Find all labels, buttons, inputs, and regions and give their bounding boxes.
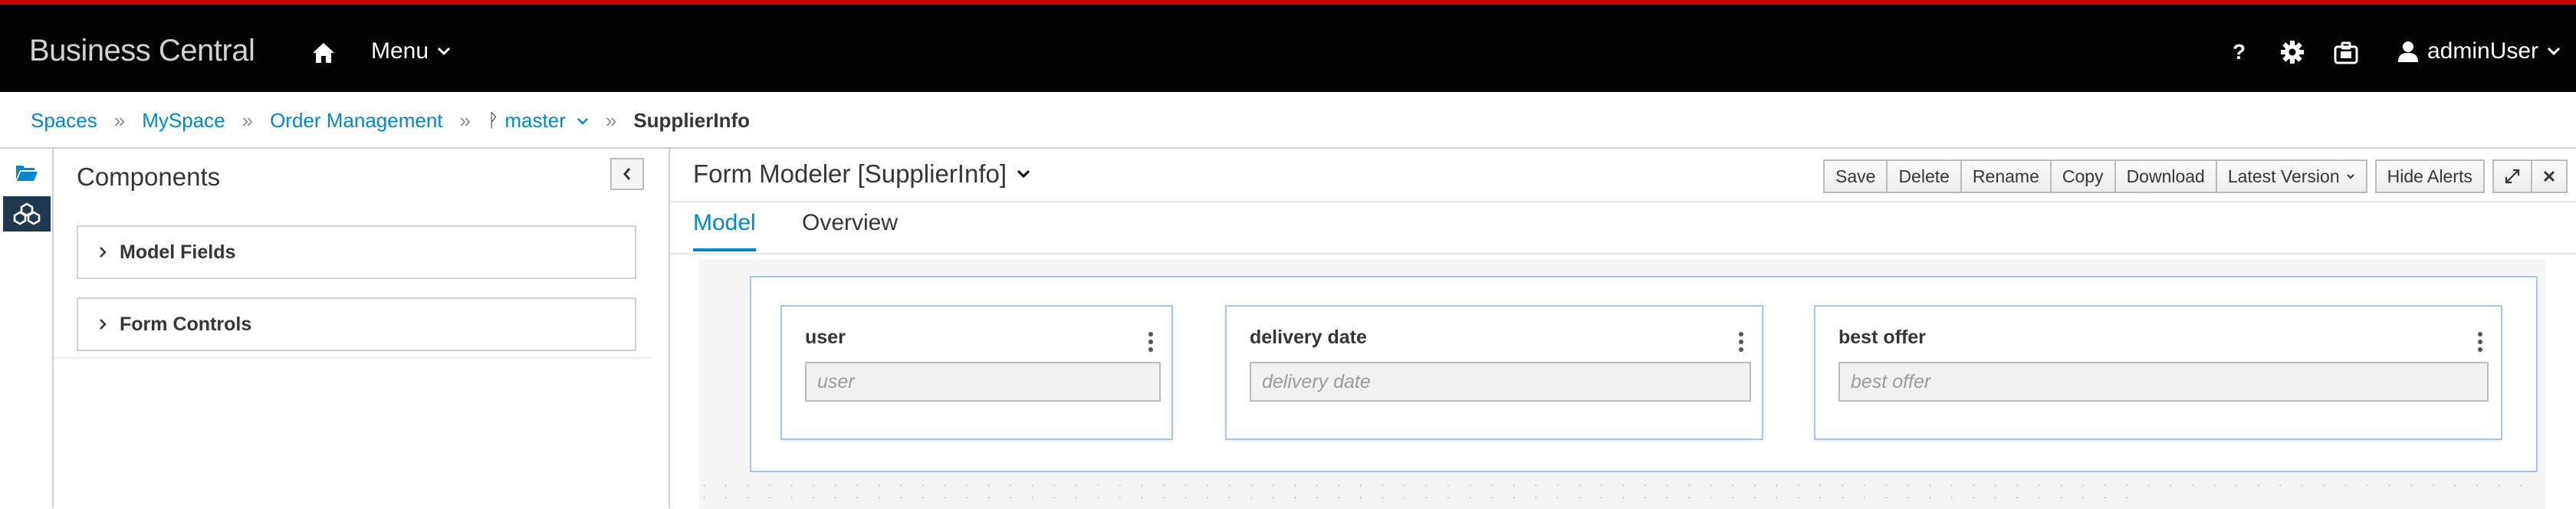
breadcrumb-myspace[interactable]: MySpace (142, 109, 225, 133)
folder-open-icon (16, 166, 38, 181)
user-icon (2398, 41, 2418, 62)
form-field-best-offer[interactable]: best offer best offer (1814, 305, 2502, 440)
model-fields-section[interactable]: Model Fields (77, 225, 636, 279)
copy-button[interactable]: Copy (2049, 159, 2116, 193)
field-label: user (805, 327, 846, 348)
form-row[interactable]: user user delivery date delivery date be… (750, 276, 2538, 472)
delete-button[interactable]: Delete (1886, 159, 1962, 193)
left-toolbar (0, 147, 54, 507)
breadcrumb-separator: » (113, 109, 126, 132)
collapse-panel-button[interactable] (610, 158, 644, 190)
user-menu[interactable]: adminUser (2397, 38, 2561, 64)
maximize-button[interactable] (2492, 159, 2532, 193)
form-controls-section[interactable]: Form Controls (77, 297, 636, 351)
breadcrumb-current: SupplierInfo (633, 109, 750, 132)
breadcrumb-separator: » (242, 109, 254, 132)
kebab-icon[interactable] (1148, 331, 1153, 353)
editor-title: Form Modeler [SupplierInfo] (693, 159, 1007, 188)
tab-model[interactable]: Model (693, 210, 756, 251)
kebab-icon[interactable] (1739, 331, 1743, 353)
latest-version-dropdown[interactable]: Latest Version (2215, 159, 2367, 193)
hide-alerts-button[interactable]: Hide Alerts (2374, 159, 2485, 193)
latest-version-label: Latest Version (2227, 166, 2340, 186)
chevron-right-icon (100, 319, 107, 330)
form-field-user[interactable]: user user (780, 305, 1173, 440)
close-editor-button[interactable] (2530, 159, 2568, 193)
chevron-down-icon (437, 47, 451, 56)
editor-tabs: Model Overview (670, 201, 2576, 254)
breadcrumb-spaces[interactable]: Spaces (31, 109, 97, 133)
help-icon[interactable]: ? (2233, 40, 2246, 64)
breadcrumb-branch-master[interactable]: master (504, 109, 565, 133)
chevron-right-icon (100, 247, 107, 258)
editor-toolbar: Save Delete Rename Copy Download Latest … (1823, 159, 2568, 193)
components-title: Components (77, 163, 221, 191)
breadcrumb-separator: » (459, 109, 471, 132)
menu-dropdown[interactable]: Menu (371, 38, 452, 64)
home-icon[interactable] (311, 41, 336, 64)
gear-icon[interactable] (2280, 40, 2305, 64)
rename-button[interactable]: Rename (1960, 159, 2052, 193)
save-button[interactable]: Save (1823, 159, 1888, 193)
chevron-down-icon (2548, 47, 2561, 56)
breadcrumb-order-management[interactable]: Order Management (270, 109, 442, 133)
best-offer-input[interactable]: best offer (1838, 362, 2489, 402)
components-panel: Components Model Fields Form Controls (54, 147, 670, 507)
form-field-delivery-date[interactable]: delivery date delivery date (1225, 305, 1763, 440)
cubes-icon (13, 202, 41, 225)
field-label: best offer (1838, 327, 1926, 348)
close-icon (2543, 170, 2555, 182)
expand-icon (2505, 169, 2519, 184)
briefcase-icon[interactable] (2334, 41, 2358, 64)
chevron-left-icon (623, 168, 631, 180)
divider (54, 357, 652, 359)
top-navbar: Business Central Menu ? adminUser (0, 0, 2576, 92)
form-modeler-editor: Form Modeler [SupplierInfo] Save Delete … (670, 147, 2576, 509)
download-button[interactable]: Download (2114, 159, 2217, 193)
chevron-down-icon[interactable] (577, 117, 589, 126)
kebab-icon[interactable] (2478, 331, 2482, 353)
project-explorer-button[interactable] (3, 155, 51, 190)
breadcrumb: Spaces » MySpace » Order Management » ᚹ … (31, 109, 750, 133)
editor-title-dropdown[interactable]: Form Modeler [SupplierInfo] (693, 159, 1031, 189)
user-input[interactable]: user (805, 362, 1161, 402)
brand-logo[interactable]: Business Central (29, 34, 255, 68)
components-palette-button[interactable] (3, 196, 51, 232)
chevron-down-icon (1017, 169, 1030, 179)
user-name: adminUser (2427, 38, 2539, 64)
chevron-down-icon (2346, 173, 2354, 179)
grid-dots: · · · · · · · · · · · · · · · · · · · · … (702, 478, 2531, 503)
section-label: Model Fields (120, 241, 236, 263)
breadcrumb-separator: » (605, 109, 617, 132)
tab-overview[interactable]: Overview (802, 210, 898, 248)
field-label: delivery date (1250, 327, 1367, 348)
delivery-date-input[interactable]: delivery date (1250, 362, 1751, 402)
form-canvas: · · · · · · · · · · · · · · · · · · · · … (699, 259, 2545, 509)
section-label: Form Controls (120, 313, 252, 335)
branch-icon: ᚹ (487, 110, 499, 131)
menu-label: Menu (371, 38, 429, 64)
